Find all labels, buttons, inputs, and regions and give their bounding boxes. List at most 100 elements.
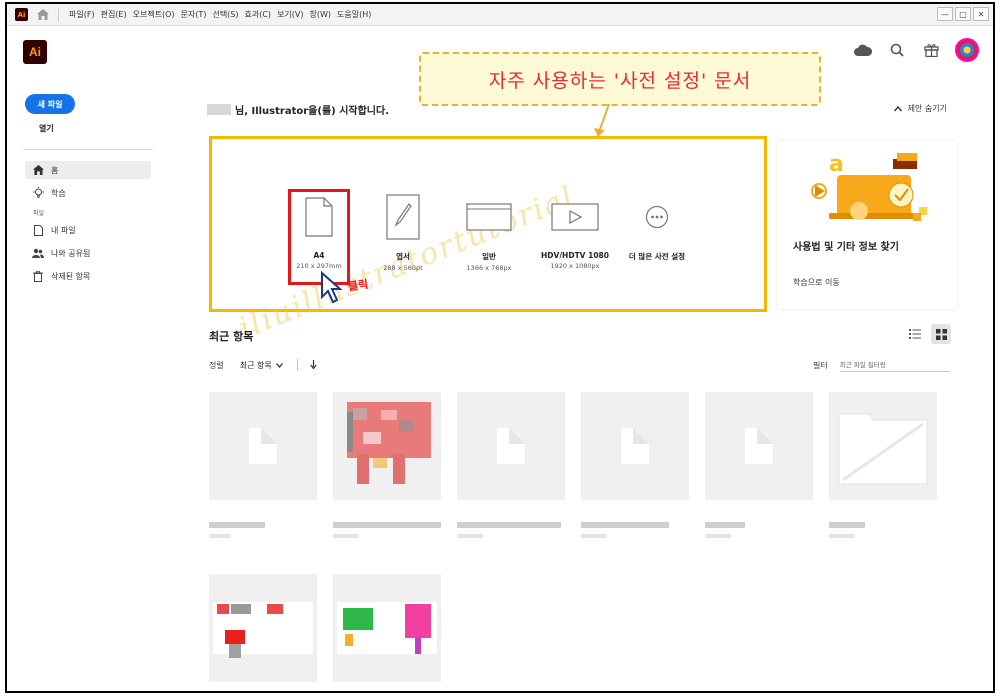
recent-file-thumbnail[interactable]	[209, 392, 317, 500]
go-to-learn-link[interactable]: 학습으로 이동	[793, 277, 840, 288]
filter-label: 필터	[813, 361, 828, 370]
header-actions	[853, 38, 979, 62]
sidebar-item-deleted[interactable]: 삭제된 항목	[25, 267, 151, 285]
sort-separator	[296, 359, 298, 371]
avatar[interactable]	[955, 38, 979, 62]
preset-size: 1366 x 768px	[466, 264, 512, 272]
maximize-button[interactable]: □	[955, 7, 971, 21]
file-name-redacted	[333, 522, 441, 528]
sort-dropdown[interactable]: 최근 항목	[240, 360, 283, 371]
sidebar-item-label: 홈	[51, 165, 59, 175]
sidebar-item-label: 내 파일	[51, 225, 76, 235]
filter-row: 필터 최근 파일 필터링	[813, 359, 950, 372]
sort-label: 정렬	[209, 360, 224, 370]
hide-suggestions-label: 제안 숨기기	[907, 104, 947, 113]
sort-row: 정렬 최근 항목	[209, 359, 317, 371]
pixelated-preview	[209, 574, 317, 682]
close-button[interactable]: ✕	[973, 7, 989, 21]
trash-icon	[31, 269, 45, 283]
chevron-up-icon	[893, 105, 902, 111]
recent-file-thumbnail[interactable]	[705, 392, 813, 500]
more-icon	[612, 193, 702, 241]
app-mini-logo: Ai	[15, 8, 28, 21]
sidebar-item-shared[interactable]: 나와 공유됨	[25, 244, 151, 262]
recent-file-thumbnail[interactable]	[333, 392, 441, 500]
annotation-banner: 자주 사용하는 '사전 설정' 문서	[419, 52, 821, 106]
sidebar-item-home[interactable]: 홈	[25, 161, 151, 179]
preset-name: 일반	[482, 252, 496, 261]
sidebar-item-label: 삭제된 항목	[51, 271, 91, 281]
document-icon	[745, 428, 773, 464]
click-annotation: 클릭	[347, 277, 370, 294]
file-name-redacted	[829, 522, 865, 528]
menu-window[interactable]: 창(W)	[310, 9, 332, 20]
sort-direction-arrow-icon[interactable]	[310, 359, 317, 371]
menu-effect[interactable]: 효과(C)	[245, 9, 272, 20]
file-name-redacted	[209, 522, 265, 528]
preset-web[interactable]: 일반 1366 x 768px	[444, 193, 534, 272]
file-name-redacted	[581, 522, 669, 528]
preset-name: HDV/HDTV 1080	[541, 251, 609, 260]
document-icon	[621, 428, 649, 464]
welcome-heading: 님, Illustrator을(를) 시작합니다.	[207, 102, 389, 117]
hide-suggestions-button[interactable]: 제안 숨기기	[893, 103, 947, 114]
menu-select[interactable]: 선택(S)	[212, 9, 238, 20]
file-date-redacted	[705, 534, 731, 538]
pixelated-preview	[333, 574, 441, 682]
minimize-button[interactable]: —	[937, 7, 953, 21]
welcome-text: 님, Illustrator을(를) 시작합니다.	[235, 106, 389, 117]
learn-illustration: a	[807, 149, 937, 233]
menu-file[interactable]: 파일(F)	[69, 9, 95, 20]
menu-edit[interactable]: 편집(E)	[101, 9, 127, 20]
user-name-redacted	[207, 104, 231, 115]
preset-name: 엽서	[396, 252, 410, 261]
preset-hdtv[interactable]: HDV/HDTV 1080 1920 x 1080px	[530, 193, 620, 270]
filter-input[interactable]: 최근 파일 필터링	[839, 359, 950, 372]
file-date-redacted	[829, 534, 855, 538]
gift-icon[interactable]	[921, 40, 941, 60]
chevron-down-icon	[275, 362, 283, 368]
recent-file-thumbnail[interactable]	[581, 392, 689, 500]
sidebar-item-learn[interactable]: 학습	[25, 184, 151, 202]
preset-size: 288 x 560pt	[383, 264, 423, 272]
postcard-icon	[358, 193, 448, 241]
menu-view[interactable]: 보기(V)	[277, 9, 303, 20]
menu-object[interactable]: 오브젝트(O)	[133, 9, 175, 20]
folder-preview	[829, 392, 937, 500]
preset-postcard[interactable]: 엽서 288 x 560pt	[358, 193, 448, 272]
video-icon	[530, 193, 620, 241]
file-date-redacted	[457, 534, 483, 538]
file-name-redacted	[457, 522, 561, 528]
file-date-redacted	[209, 534, 231, 538]
view-toggle	[905, 324, 951, 344]
new-file-button[interactable]: 새 파일	[25, 94, 75, 114]
sidebar-divider	[23, 149, 153, 150]
people-icon	[31, 246, 45, 260]
list-view-icon[interactable]	[905, 324, 925, 344]
learn-title: 사용법 및 기타 정보 찾기	[793, 242, 899, 253]
home-icon[interactable]	[36, 8, 50, 22]
menu-type[interactable]: 문자(T)	[181, 9, 207, 20]
web-icon	[444, 193, 534, 241]
menu-bar: Ai 파일(F) 편집(E) 오브젝트(O) 문자(T) 선택(S) 효과(C)…	[7, 4, 993, 26]
menu-help[interactable]: 도움말(H)	[337, 9, 371, 20]
bulb-icon	[31, 186, 45, 200]
file-date-redacted	[333, 534, 359, 538]
document-icon	[249, 428, 277, 464]
recent-file-thumbnail[interactable]	[209, 574, 317, 682]
learn-card[interactable]: a 사용법 및 기타 정보 찾기 학습으로 이동	[777, 141, 957, 309]
menu-separator	[58, 7, 59, 22]
recent-file-thumbnail[interactable]	[333, 574, 441, 682]
recent-file-thumbnail[interactable]	[829, 392, 937, 500]
svg-text:a: a	[829, 152, 844, 177]
cloud-icon[interactable]	[853, 40, 873, 60]
file-date-redacted	[581, 534, 607, 538]
search-icon[interactable]	[887, 40, 907, 60]
app-logo: Ai	[23, 40, 47, 64]
sidebar-item-my-files[interactable]: 내 파일	[25, 221, 151, 239]
preset-more[interactable]: 더 많은 사전 설정	[612, 193, 702, 262]
recent-file-thumbnail[interactable]	[457, 392, 565, 500]
preset-name: 더 많은 사전 설정	[628, 252, 686, 261]
open-button[interactable]: 열기	[39, 123, 54, 134]
grid-view-icon[interactable]	[931, 324, 951, 344]
